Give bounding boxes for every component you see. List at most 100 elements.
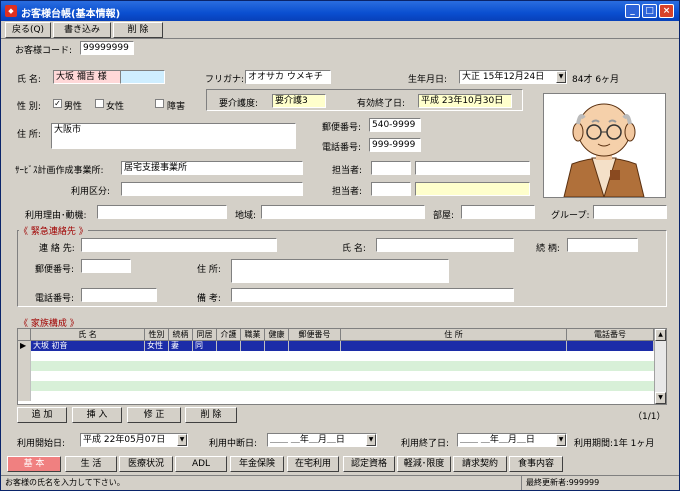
emergency-relation-field[interactable]	[567, 238, 638, 252]
end-date-select[interactable]: ＿＿ ＿年＿月＿日 ▼	[457, 433, 567, 447]
table-cell[interactable]	[341, 341, 567, 351]
region-field[interactable]	[261, 205, 425, 219]
emergency-phone-field[interactable]	[81, 288, 157, 302]
row-selector[interactable]	[18, 351, 31, 361]
tab-billing[interactable]: 請求契約	[453, 456, 507, 472]
table-cell[interactable]: 同	[193, 341, 217, 351]
emergency-title: 《 緊急連絡先 》	[19, 224, 88, 237]
emergency-contact-field[interactable]	[81, 238, 277, 252]
table-row[interactable]	[18, 371, 654, 381]
back-button[interactable]: 戻る(Q)	[5, 22, 51, 38]
table-row[interactable]	[18, 391, 654, 401]
row-selector[interactable]	[18, 361, 31, 371]
name-field[interactable]: 大坂 禰吉 様	[53, 70, 121, 84]
table-row[interactable]: ▶ 大坂 初音 女性 妻 同	[18, 341, 654, 351]
emergency-note-field[interactable]	[231, 288, 514, 302]
customer-code-field[interactable]: 99999999	[80, 41, 134, 55]
family-insert-button[interactable]: 挿 入	[72, 407, 122, 423]
chevron-down-icon[interactable]: ▼	[556, 71, 566, 83]
column-header[interactable]: 電話番号	[567, 329, 654, 341]
emergency-relation-label: 続 柄:	[536, 244, 560, 254]
table-cell[interactable]	[241, 341, 265, 351]
tab-meals[interactable]: 食事内容	[509, 456, 563, 472]
valid-until-field[interactable]: 平成 23年10月30日	[418, 94, 512, 108]
column-header[interactable]: 続柄	[169, 329, 193, 341]
column-header[interactable]: 郵便番号	[289, 329, 341, 341]
disabled-checkbox[interactable]	[155, 99, 164, 108]
staff1-name-field[interactable]	[415, 161, 530, 175]
scroll-up-icon[interactable]: ▲	[655, 329, 666, 341]
staff2-label: 担当者:	[332, 187, 363, 197]
care-plan-field[interactable]: 居宅支援事業所	[121, 161, 303, 175]
room-field[interactable]	[461, 205, 535, 219]
tab-certification[interactable]: 認定資格	[343, 456, 395, 472]
save-button[interactable]: 書き込み	[53, 22, 111, 38]
postal-field[interactable]: 540-9999	[369, 118, 421, 132]
birthdate-value: 大正 15年12月24日	[462, 72, 545, 82]
furigana-field[interactable]: オオサカ ウメキチ	[245, 70, 331, 84]
maximize-button[interactable]: □	[642, 4, 657, 18]
usage-class-label: 利用区分:	[71, 187, 111, 197]
table-cell[interactable]: 大坂 初音	[31, 341, 145, 351]
staff2-name-field[interactable]	[415, 182, 530, 196]
start-date-label: 利用開始日:	[17, 439, 66, 449]
phone-label: 電話番号:	[322, 143, 362, 153]
tab-adl[interactable]: ADL	[175, 456, 227, 472]
table-scrollbar[interactable]: ▲ ▼	[654, 329, 666, 404]
family-edit-button[interactable]: 修 正	[127, 407, 181, 423]
male-checkbox[interactable]: ✓	[53, 99, 62, 108]
name-suffix-field[interactable]	[120, 70, 165, 84]
table-cell[interactable]	[217, 341, 241, 351]
tab-life[interactable]: 生 活	[65, 456, 117, 472]
column-header[interactable]: 氏 名	[31, 329, 145, 341]
table-cell[interactable]: 女性	[145, 341, 169, 351]
table-row[interactable]	[18, 361, 654, 371]
table-row[interactable]	[18, 351, 654, 361]
care-level-field[interactable]: 要介護3	[272, 94, 326, 108]
family-delete-button[interactable]: 削 除	[185, 407, 237, 423]
column-header[interactable]: 同居	[193, 329, 217, 341]
emergency-address-field[interactable]	[231, 259, 449, 283]
scroll-down-icon[interactable]: ▼	[655, 392, 666, 404]
tab-medical[interactable]: 医療状況	[119, 456, 173, 472]
column-header[interactable]: 職業	[241, 329, 265, 341]
phone-field[interactable]: 999-9999	[369, 138, 421, 152]
tab-reduction[interactable]: 軽減･限度	[397, 456, 451, 472]
emergency-contact-label: 連 絡 先:	[39, 244, 75, 254]
column-header[interactable]: 住 所	[341, 329, 567, 341]
tab-pension[interactable]: 年金保険	[230, 456, 284, 472]
chevron-down-icon[interactable]: ▼	[556, 434, 566, 446]
emergency-postal-field[interactable]	[81, 259, 131, 273]
emergency-name-field[interactable]	[376, 238, 514, 252]
table-cell[interactable]	[265, 341, 289, 351]
address-field[interactable]: 大阪市	[51, 123, 296, 149]
table-cell[interactable]: 妻	[169, 341, 193, 351]
tab-basic[interactable]: 基 本	[7, 456, 61, 472]
table-cell[interactable]	[289, 341, 341, 351]
family-add-button[interactable]: 追 加	[17, 407, 67, 423]
tab-home-use[interactable]: 在宅利用	[287, 456, 339, 472]
group-field[interactable]	[593, 205, 667, 219]
chevron-down-icon[interactable]: ▼	[177, 434, 187, 446]
column-header[interactable]: 性別	[145, 329, 169, 341]
close-button[interactable]: ×	[659, 4, 674, 18]
suspend-date-select[interactable]: ＿＿ ＿年＿月＿日 ▼	[267, 433, 377, 447]
column-header[interactable]: 介護	[217, 329, 241, 341]
start-date-select[interactable]: 平成 22年05月07日 ▼	[80, 433, 188, 447]
birthdate-select[interactable]: 大正 15年12月24日 ▼	[459, 70, 567, 84]
female-checkbox[interactable]	[95, 99, 104, 108]
row-selector[interactable]	[18, 381, 31, 391]
usage-class-field[interactable]	[121, 182, 303, 196]
staff2-code-field[interactable]	[371, 182, 411, 196]
delete-button[interactable]: 削 除	[113, 22, 163, 38]
reason-field[interactable]	[97, 205, 227, 219]
row-selector[interactable]	[18, 391, 31, 401]
chevron-down-icon[interactable]: ▼	[366, 434, 376, 446]
staff1-code-field[interactable]	[371, 161, 411, 175]
table-row[interactable]	[18, 381, 654, 391]
row-pointer-icon: ▶	[18, 341, 31, 351]
table-cell[interactable]	[567, 341, 654, 351]
minimize-button[interactable]: _	[625, 4, 640, 18]
column-header[interactable]: 健康	[265, 329, 289, 341]
row-selector[interactable]	[18, 371, 31, 381]
